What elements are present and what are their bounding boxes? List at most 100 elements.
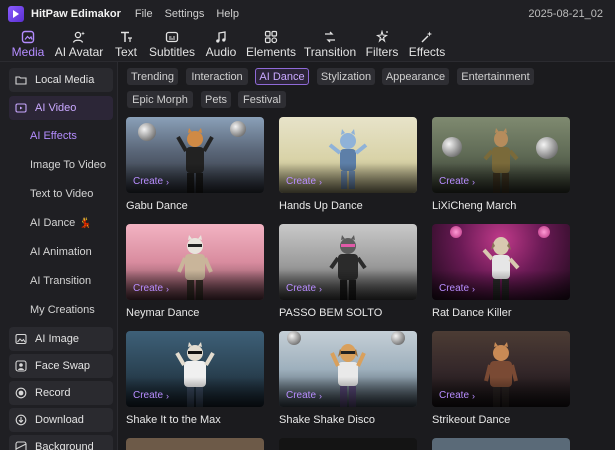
create-label: Create [133, 390, 164, 401]
create-button[interactable]: Create › [133, 176, 169, 187]
sidebar-item-ai-image[interactable]: AI Image [9, 327, 113, 351]
sidebar-item-download[interactable]: Download [9, 408, 113, 432]
menu-file[interactable]: File [135, 8, 153, 20]
tab-filters-label: Filters [365, 45, 399, 59]
effect-thumbnail: Create › [279, 224, 417, 300]
tab-transition[interactable]: Transition [304, 28, 356, 62]
create-button[interactable]: Create › [286, 176, 322, 187]
tab-effects[interactable]: Effects [408, 28, 446, 62]
chip-trending[interactable]: Trending [127, 68, 178, 85]
effect-thumbnail: Create › [126, 224, 264, 300]
effect-title: LiXiCheng March [432, 200, 517, 212]
audio-icon [214, 30, 228, 44]
chevron-right-icon: › [166, 176, 170, 187]
sidebar-item-label: AI Video [35, 102, 77, 114]
create-button[interactable]: Create › [133, 283, 169, 294]
create-button[interactable]: Create › [439, 390, 475, 401]
chip-pets[interactable]: Pets [201, 91, 231, 108]
sidebar-item-face-swap[interactable]: Face Swap [9, 354, 113, 378]
chevron-right-icon: › [166, 390, 170, 401]
create-label: Create [439, 176, 470, 187]
create-label: Create [286, 176, 317, 187]
effect-card-rat-dance-killer[interactable]: Create › Rat Dance Killer [432, 224, 570, 319]
sidebar-sub-ai-transition[interactable]: AI Transition [30, 275, 91, 287]
effect-title: Hands Up Dance [279, 200, 363, 212]
effect-thumbnail: Create › [432, 224, 570, 300]
sidebar-sub-my-creations[interactable]: My Creations [30, 304, 95, 316]
tab-ai-avatar[interactable]: AI Avatar [55, 28, 103, 62]
sidebar-item-label: AI Image [35, 333, 80, 345]
menu-settings[interactable]: Settings [165, 8, 205, 20]
chevron-right-icon: › [472, 283, 476, 294]
sidebar-item-label: Record [35, 387, 71, 399]
effect-thumbnail: Create › [126, 331, 264, 407]
tab-filters[interactable]: Filters [366, 28, 398, 62]
tab-audio[interactable]: Audio [203, 28, 239, 62]
chip-festival[interactable]: Festival [238, 91, 286, 108]
chip-interaction[interactable]: Interaction [186, 68, 248, 85]
sidebar-item-label: Local Media [35, 74, 95, 86]
chip-epic-morph[interactable]: Epic Morph [127, 91, 193, 108]
download-icon [15, 414, 27, 426]
tab-subtitles[interactable]: Subtitles [149, 28, 195, 62]
transition-icon [323, 30, 337, 44]
chip-entertainment[interactable]: Entertainment [457, 68, 534, 85]
effect-title: Shake It to the Max [126, 414, 221, 426]
chevron-right-icon: › [319, 176, 323, 187]
effect-card-neymar-dance[interactable]: Create › Neymar Dance [126, 224, 264, 319]
tab-subtitles-label: Subtitles [148, 45, 196, 59]
tab-elements-label: Elements [245, 45, 297, 59]
ai-avatar-icon [72, 30, 86, 44]
sidebar-item-record[interactable]: Record [9, 381, 113, 405]
effect-title: Shake Shake Disco [279, 414, 375, 426]
project-name: 2025-08-21_02 [528, 8, 603, 20]
sidebar-item-ai-video[interactable]: AI Video [9, 96, 113, 120]
effect-thumbnail: Create › [432, 117, 570, 193]
sidebar-item-background[interactable]: Background [9, 435, 113, 450]
create-label: Create [439, 390, 470, 401]
effect-card-passo-bem-solto[interactable]: Create › PASSO BEM SOLTO [279, 224, 417, 319]
sidebar-sub-image-to-video[interactable]: Image To Video [30, 159, 106, 171]
sidebar-sub-ai-dance[interactable]: AI Dance 💃 [30, 217, 92, 229]
tab-media-label: Media [11, 45, 45, 59]
effects-icon [420, 30, 434, 44]
chip-stylization[interactable]: Stylization [317, 68, 375, 85]
menu-help[interactable]: Help [216, 8, 239, 20]
media-icon [21, 30, 35, 44]
effect-card-strikeout-dance[interactable]: Create › Strikeout Dance [432, 331, 570, 426]
tab-media[interactable]: Media [9, 28, 47, 62]
create-button[interactable]: Create › [286, 390, 322, 401]
effect-card-hands-up-dance[interactable]: Create › Hands Up Dance [279, 117, 417, 212]
create-button[interactable]: Create › [439, 176, 475, 187]
sidebar-sub-ai-effects[interactable]: AI Effects [30, 130, 77, 142]
tab-elements[interactable]: Elements [245, 28, 297, 62]
effect-card-lixicheng-march[interactable]: Create › LiXiCheng March [432, 117, 570, 212]
chip-ai-dance[interactable]: AI Dance [255, 68, 309, 85]
chevron-right-icon: › [319, 283, 323, 294]
tab-effects-label: Effects [408, 45, 446, 59]
effect-card-shake-shake-disco[interactable]: Create › Shake Shake Disco [279, 331, 417, 426]
create-button[interactable]: Create › [439, 283, 475, 294]
tab-text[interactable]: Text [112, 28, 140, 62]
folder-icon [15, 74, 27, 86]
effect-card-gabu-dance[interactable]: Create › Gabu Dance [126, 117, 264, 212]
create-button[interactable]: Create › [286, 283, 322, 294]
effect-card-partial[interactable] [279, 438, 417, 450]
sidebar-sub-text-to-video[interactable]: Text to Video [30, 188, 93, 200]
chevron-right-icon: › [472, 390, 476, 401]
effect-thumbnail: Create › [432, 331, 570, 407]
sidebar-item-label: Face Swap [35, 360, 91, 372]
subtitles-icon [165, 30, 179, 44]
filters-icon [375, 30, 389, 44]
ai-image-icon [15, 333, 27, 345]
effect-card-partial[interactable] [432, 438, 570, 450]
effect-card-partial[interactable] [126, 438, 264, 450]
effect-card-shake-it-to-the-max[interactable]: Create › Shake It to the Max [126, 331, 264, 426]
create-button[interactable]: Create › [133, 390, 169, 401]
app-title: HitPaw Edimakor [31, 8, 121, 20]
title-bar: HitPaw Edimakor File Settings Help 2025-… [0, 0, 615, 28]
chip-appearance[interactable]: Appearance [382, 68, 449, 85]
sidebar-item-local-media[interactable]: Local Media [9, 68, 113, 92]
tool-tabs: Media AI Avatar Text Subtitles Audio Ele… [0, 28, 615, 62]
sidebar-sub-ai-animation[interactable]: AI Animation [30, 246, 92, 258]
